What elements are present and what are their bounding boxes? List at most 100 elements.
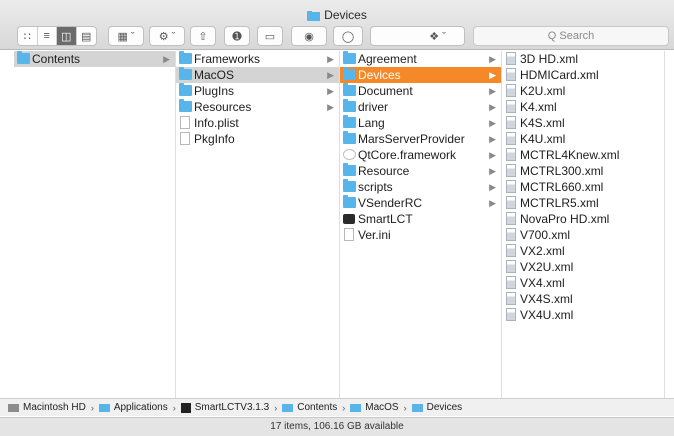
list-item[interactable]: Resources ▶ bbox=[176, 99, 339, 115]
column-3[interactable]: Agreement ▶ Devices ▶ Document ▶ driver ▶ Lang ▶ M… bbox=[340, 51, 502, 398]
list-item[interactable]: Contents ▶ bbox=[14, 51, 175, 67]
breadcrumb-item[interactable]: MacOS bbox=[350, 402, 399, 413]
edit-tags-button[interactable]: ◯ bbox=[333, 26, 363, 46]
framework-icon bbox=[343, 149, 356, 160]
path-bar: Macintosh HD › Applications › SmartLCTV3.1.3… bbox=[0, 398, 674, 416]
folder-icon bbox=[343, 99, 356, 112]
list-item[interactable]: MCTRL4Knew.xml bbox=[502, 147, 664, 163]
list-item[interactable]: Info.plist bbox=[176, 115, 339, 131]
list-item[interactable]: MacOS ▶ bbox=[176, 67, 339, 83]
list-item-label: K4.xml bbox=[520, 100, 557, 114]
list-item[interactable]: Devices ▶ bbox=[340, 67, 501, 83]
list-item[interactable]: V700.xml bbox=[502, 227, 664, 243]
breadcrumb-label: Contents bbox=[297, 402, 338, 413]
dropbox-icon: ❖ ˇ bbox=[429, 30, 446, 43]
search-field[interactable]: Q Search bbox=[473, 26, 669, 46]
list-item-label: Document bbox=[358, 84, 413, 98]
column-2[interactable]: Frameworks ▶ MacOS ▶ PlugIns ▶ Resources ▶ Info.… bbox=[176, 51, 340, 398]
breadcrumb-item[interactable]: Applications bbox=[98, 402, 168, 413]
list-item[interactable]: K4.xml bbox=[502, 99, 664, 115]
icon-view-icon[interactable]: ∷ bbox=[18, 27, 38, 45]
list-item[interactable]: PlugIns ▶ bbox=[176, 83, 339, 99]
folder-icon bbox=[98, 403, 110, 412]
list-item-label: V700.xml bbox=[520, 228, 571, 242]
breadcrumb-item[interactable]: Macintosh HD bbox=[8, 402, 86, 413]
list-item[interactable]: HDMICard.xml bbox=[502, 67, 664, 83]
list-item[interactable]: K2U.xml bbox=[502, 83, 664, 99]
list-item[interactable]: Lang ▶ bbox=[340, 115, 501, 131]
chevron-right-icon: ▶ bbox=[489, 102, 496, 112]
list-item-label: Ver.ini bbox=[358, 228, 391, 242]
xml-file-icon bbox=[506, 116, 516, 129]
get-info-button[interactable]: ➊ bbox=[224, 26, 250, 46]
list-item[interactable]: VX4.xml bbox=[502, 275, 664, 291]
list-item[interactable]: MCTRLR5.xml bbox=[502, 195, 664, 211]
breadcrumb-item[interactable]: Devices bbox=[411, 402, 462, 413]
list-item[interactable]: Agreement ▶ bbox=[340, 51, 501, 67]
chevron-right-icon: ▶ bbox=[489, 134, 496, 144]
view-mode-segmented[interactable]: ∷ ≡ ◫ ▤ bbox=[17, 26, 97, 46]
list-item[interactable]: Document ▶ bbox=[340, 83, 501, 99]
delete-button[interactable]: ▭ bbox=[257, 26, 283, 46]
list-item[interactable]: K4S.xml bbox=[502, 115, 664, 131]
list-item[interactable]: VX4S.xml bbox=[502, 291, 664, 307]
xml-file-icon bbox=[506, 68, 516, 81]
folder-icon bbox=[343, 83, 356, 96]
list-item-label: Devices bbox=[358, 68, 401, 82]
breadcrumb-item[interactable]: Contents bbox=[282, 402, 337, 413]
quick-look-button[interactable]: ◉ bbox=[291, 26, 327, 46]
folder-icon bbox=[343, 179, 356, 192]
list-item[interactable]: NovaPro HD.xml bbox=[502, 211, 664, 227]
list-item[interactable]: VX2.xml bbox=[502, 243, 664, 259]
arrange-button[interactable]: ▦ ˇ bbox=[108, 26, 144, 46]
document-icon bbox=[180, 116, 190, 129]
list-item[interactable]: SmartLCT bbox=[340, 211, 501, 227]
finder-window: Devices ∷ ≡ ◫ ▤ ▦ ˇ ⚙ ˇ ⇧ ➊ ▭ ◉ ◯ ❖ ˇ Q … bbox=[0, 0, 674, 436]
gear-icon: ⚙ ˇ bbox=[158, 30, 176, 43]
list-item[interactable]: 3D HD.xml bbox=[502, 51, 664, 67]
list-item-label: VX2.xml bbox=[520, 244, 565, 258]
cover-flow-icon[interactable]: ▤ bbox=[77, 27, 96, 45]
list-item-label: MCTRL660.xml bbox=[520, 180, 604, 194]
list-item[interactable]: driver ▶ bbox=[340, 99, 501, 115]
list-item[interactable]: MarsServerProvider ▶ bbox=[340, 131, 501, 147]
folder-icon bbox=[343, 131, 356, 144]
chevron-right-icon: › bbox=[172, 402, 176, 413]
list-item[interactable]: MCTRL300.xml bbox=[502, 163, 664, 179]
list-item[interactable]: scripts ▶ bbox=[340, 179, 501, 195]
action-button[interactable]: ⚙ ˇ bbox=[149, 26, 185, 46]
list-item-label: K4U.xml bbox=[520, 132, 566, 146]
share-button[interactable]: ⇧ bbox=[190, 26, 216, 46]
xml-file-icon bbox=[506, 52, 516, 65]
list-item[interactable]: VX2U.xml bbox=[502, 259, 664, 275]
window-title-text: Devices bbox=[324, 8, 367, 22]
column-browser: Contents ▶ Frameworks ▶ MacOS ▶ PlugIns ▶ Resou… bbox=[0, 51, 674, 398]
xml-file-icon bbox=[506, 196, 516, 209]
list-item[interactable]: MCTRL660.xml bbox=[502, 179, 664, 195]
column-4[interactable]: 3D HD.xml HDMICard.xml K2U.xml K4.xml K4S.xm… bbox=[502, 51, 665, 398]
list-item[interactable]: Ver.ini bbox=[340, 227, 501, 243]
list-view-icon[interactable]: ≡ bbox=[38, 27, 57, 45]
list-item[interactable]: PkgInfo bbox=[176, 131, 339, 147]
list-item-label: VX2U.xml bbox=[520, 260, 574, 274]
xml-file-icon bbox=[506, 228, 516, 241]
list-item[interactable]: K4U.xml bbox=[502, 131, 664, 147]
breadcrumb-item[interactable]: SmartLCTV3.1.3 bbox=[180, 402, 269, 413]
folder-icon bbox=[179, 83, 192, 96]
chevron-right-icon: ▶ bbox=[327, 70, 334, 80]
chevron-right-icon: ▶ bbox=[489, 150, 496, 160]
list-item-label: NovaPro HD.xml bbox=[520, 212, 610, 226]
chevron-right-icon: ▶ bbox=[489, 198, 496, 208]
list-item[interactable]: VSenderRC ▶ bbox=[340, 195, 501, 211]
folder-icon bbox=[179, 99, 192, 112]
list-item-label: driver bbox=[358, 100, 389, 114]
list-item[interactable]: QtCore.framework ▶ bbox=[340, 147, 501, 163]
dropbox-button[interactable]: ❖ ˇ bbox=[370, 26, 465, 46]
list-item[interactable]: Frameworks ▶ bbox=[176, 51, 339, 67]
list-item[interactable]: Resource ▶ bbox=[340, 163, 501, 179]
list-item[interactable]: VX4U.xml bbox=[502, 307, 664, 323]
column-view-icon[interactable]: ◫ bbox=[57, 27, 77, 45]
application-icon bbox=[343, 214, 355, 224]
column-1[interactable]: Contents ▶ bbox=[14, 51, 176, 398]
folder-icon bbox=[343, 51, 356, 64]
